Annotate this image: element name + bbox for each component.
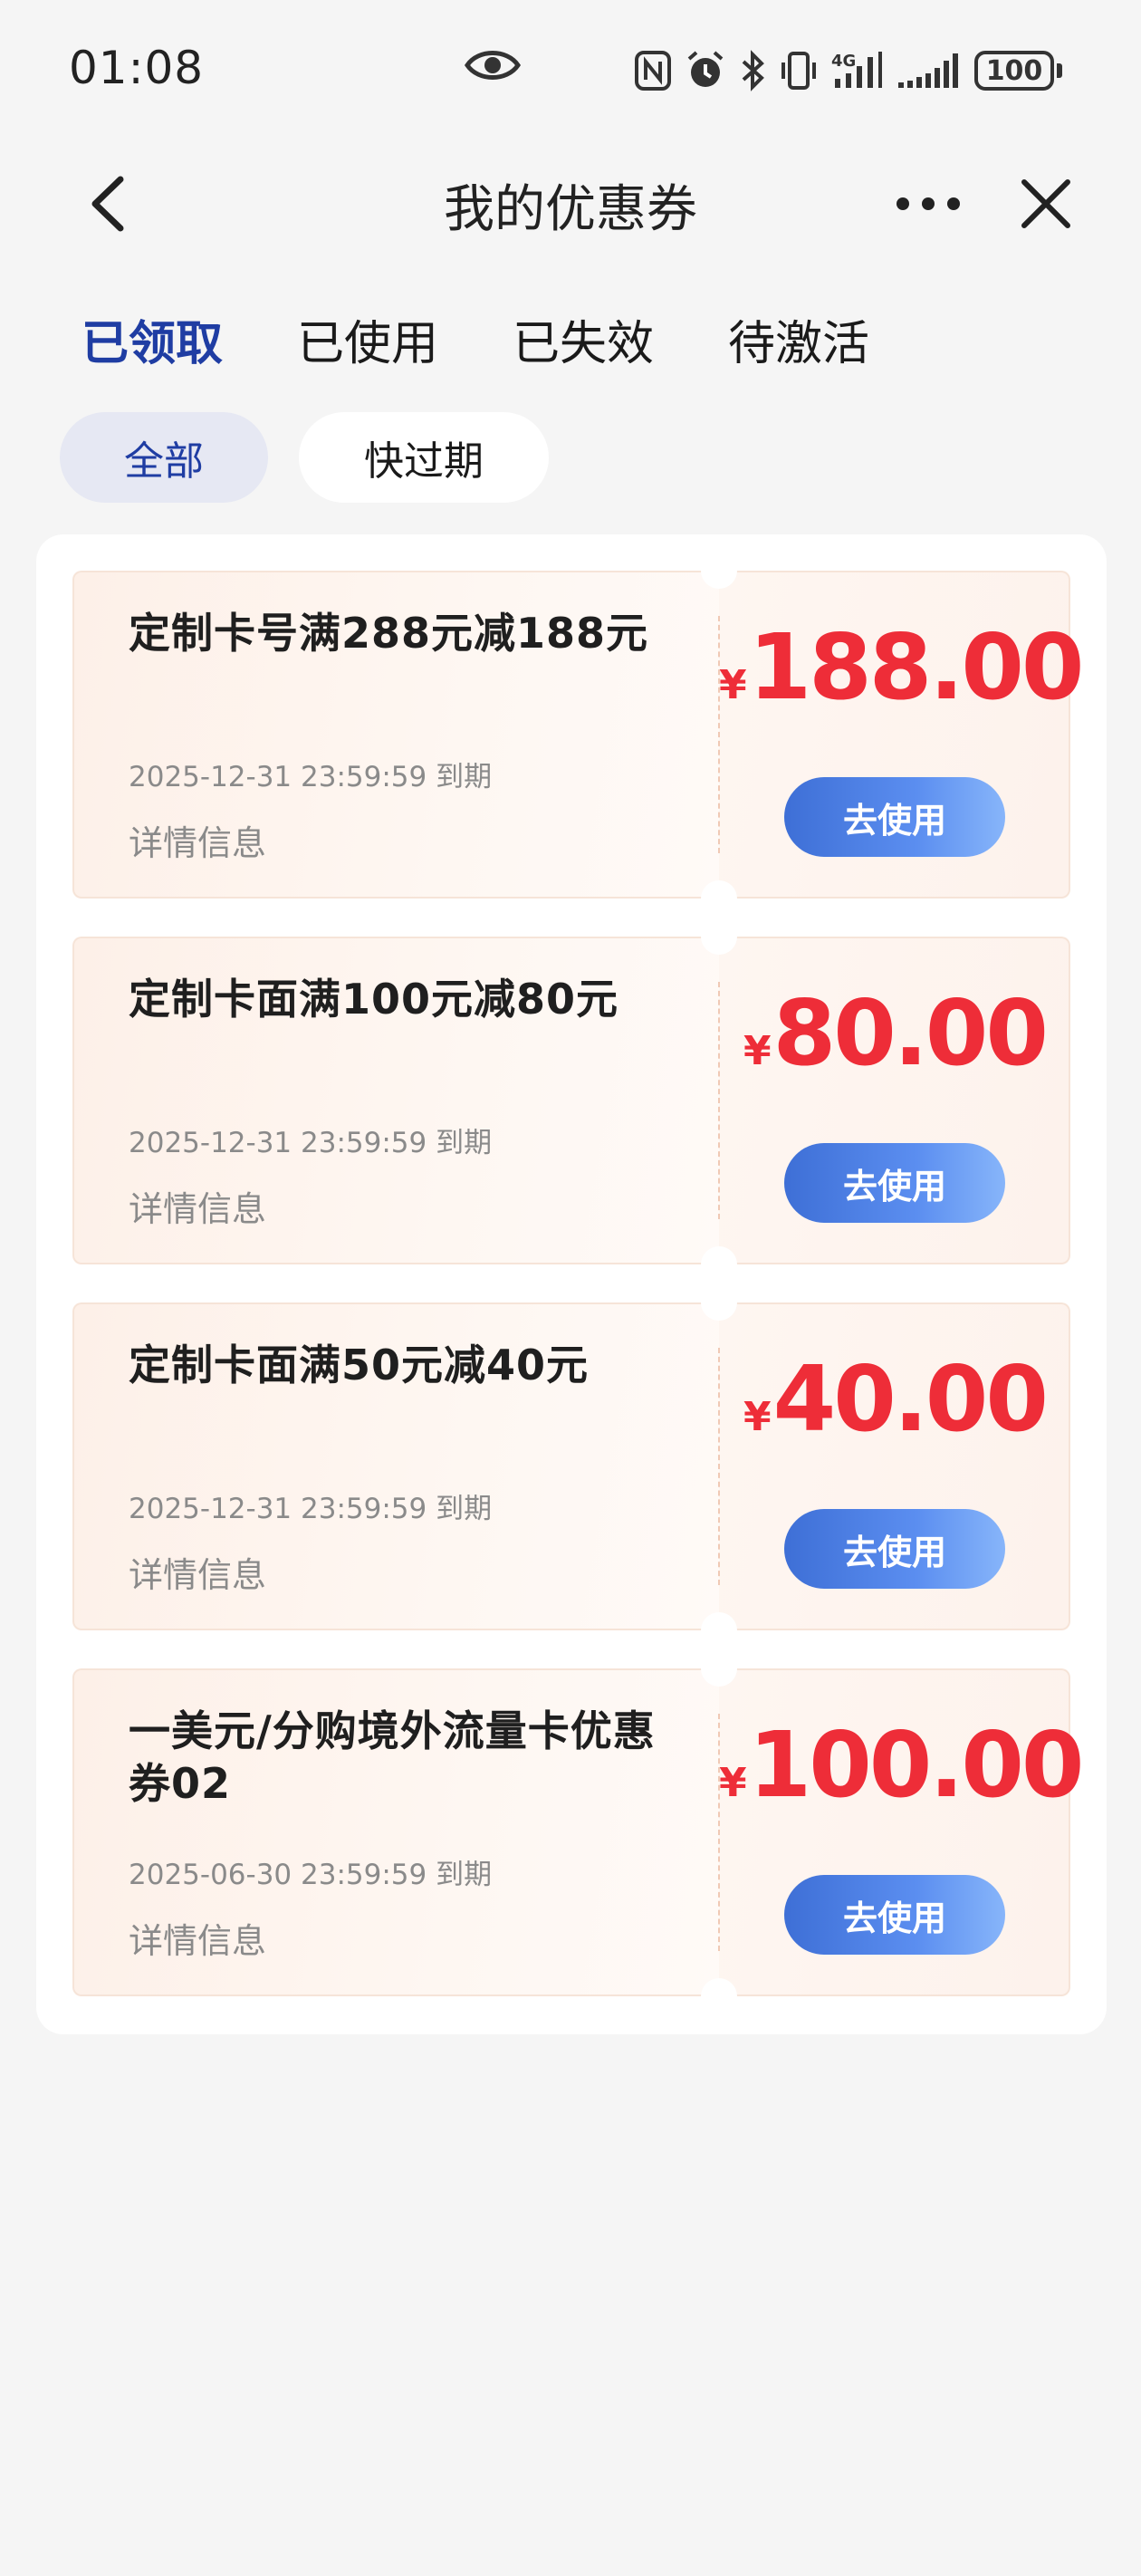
currency-symbol: ¥	[719, 1760, 747, 1806]
more-button[interactable]	[887, 170, 969, 237]
status-icons: 4G 100	[634, 45, 1062, 96]
svg-text:4G: 4G	[831, 52, 856, 71]
currency-symbol: ¥	[719, 662, 747, 708]
coupon-notch	[701, 918, 737, 955]
coupon-detail-link[interactable]: 详情信息	[129, 815, 266, 865]
coupon-title: 定制卡面满100元减80元	[129, 975, 619, 1024]
coupon-expire-date: 2025-12-31 23:59:59 到期	[129, 1493, 493, 1525]
more-icon	[896, 197, 960, 210]
signal-icon	[896, 50, 962, 91]
signal-4g-icon: 4G	[831, 50, 884, 91]
status-bar: 01:08 4G 100	[0, 0, 1141, 136]
coupon-notch	[701, 1284, 737, 1321]
coupon-title: 定制卡面满50元减40元	[129, 1341, 590, 1389]
coupon-divider	[718, 1714, 720, 1951]
coupon-card: 定制卡面满100元减80元 2025-12-31 23:59:59 到期 详情信…	[72, 918, 1070, 1283]
coupon-list: 定制卡号满288元减188元 2025-12-31 23:59:59 到期 详情…	[36, 534, 1107, 2034]
coupon-notch	[701, 1978, 737, 2014]
coupon-notch	[701, 1650, 737, 1687]
status-time: 01:08	[69, 42, 205, 94]
use-coupon-button[interactable]: 去使用	[784, 777, 1005, 857]
coupon-amount: ¥188.00	[719, 618, 1085, 717]
bluetooth-icon	[739, 50, 766, 91]
coupon-page: 01:08 4G 100 我的优惠券 已领取 已使用 已失效 待激活 全部 快过…	[0, 0, 1141, 2576]
tab-received[interactable]: 已领取	[82, 308, 223, 380]
coupon-value-area: ¥100.00 去使用	[719, 1668, 1085, 1996]
coupon-title: 一美元/分购境外流量卡优惠券02	[129, 1706, 656, 1808]
coupon-notch	[701, 553, 737, 589]
battery-tip	[1057, 63, 1062, 78]
page-title: 我的优惠券	[444, 180, 697, 239]
coupon-expire-date: 2025-06-30 23:59:59 到期	[129, 1859, 493, 1891]
tab-pending-activation[interactable]: 待激活	[728, 308, 869, 380]
filter-chips: 全部 快过期	[60, 412, 549, 503]
coupon-title: 定制卡号满288元减188元	[129, 609, 649, 658]
filter-all-chip[interactable]: 全部	[60, 412, 268, 503]
use-coupon-button[interactable]: 去使用	[784, 1509, 1005, 1589]
coupon-expire-date: 2025-12-31 23:59:59 到期	[129, 1127, 493, 1159]
coupon-info: 定制卡面满50元减40元 2025-12-31 23:59:59 到期 详情信息	[72, 1302, 719, 1630]
coupon-divider	[718, 616, 720, 853]
coupon-card: 定制卡号满288元减188元 2025-12-31 23:59:59 到期 详情…	[72, 553, 1085, 917]
coupon-info: 一美元/分购境外流量卡优惠券02 2025-06-30 23:59:59 到期 …	[72, 1668, 719, 1996]
eye-icon	[464, 45, 522, 85]
coupon-divider	[718, 1348, 720, 1585]
coupon-detail-link[interactable]: 详情信息	[129, 1547, 266, 1597]
coupon-value-area: ¥188.00 去使用	[719, 571, 1085, 899]
currency-symbol: ¥	[743, 1028, 772, 1074]
use-coupon-button[interactable]: 去使用	[784, 1143, 1005, 1223]
title-bar: 我的优惠券	[0, 136, 1141, 272]
coupon-notch	[701, 1612, 737, 1648]
battery-level: 100	[974, 51, 1054, 91]
coupon-detail-link[interactable]: 详情信息	[129, 1181, 266, 1231]
nfc-icon	[634, 50, 672, 91]
use-coupon-button[interactable]: 去使用	[784, 1875, 1005, 1955]
close-button[interactable]	[1012, 170, 1079, 237]
coupon-amount: ¥40.00	[719, 1350, 1070, 1449]
coupon-amount: ¥100.00	[719, 1716, 1085, 1815]
coupon-expire-date: 2025-12-31 23:59:59 到期	[129, 761, 493, 793]
coupon-card: 定制卡面满50元减40元 2025-12-31 23:59:59 到期 详情信息…	[72, 1284, 1070, 1648]
coupon-amount: ¥80.00	[719, 984, 1070, 1083]
coupon-info: 定制卡面满100元减80元 2025-12-31 23:59:59 到期 详情信…	[72, 937, 719, 1264]
amount-value: 80.00	[772, 980, 1049, 1086]
coupon-divider	[718, 982, 720, 1219]
coupon-card: 一美元/分购境外流量卡优惠券02 2025-06-30 23:59:59 到期 …	[72, 1650, 1085, 2014]
close-icon	[1021, 179, 1070, 228]
coupon-value-area: ¥40.00 去使用	[719, 1302, 1070, 1630]
coupon-notch	[701, 1246, 737, 1283]
alarm-icon	[685, 50, 726, 91]
amount-value: 40.00	[772, 1346, 1049, 1452]
coupon-value-area: ¥80.00 去使用	[719, 937, 1070, 1264]
coupon-detail-link[interactable]: 详情信息	[129, 1913, 266, 1963]
tab-used[interactable]: 已使用	[297, 308, 438, 380]
coupon-notch	[701, 880, 737, 917]
coupon-info: 定制卡号满288元减188元 2025-12-31 23:59:59 到期 详情…	[72, 571, 719, 899]
amount-value: 100.00	[748, 1712, 1085, 1818]
amount-value: 188.00	[748, 614, 1085, 720]
filter-expiring-soon-chip[interactable]: 快过期	[299, 412, 549, 503]
vibrate-icon	[779, 50, 819, 91]
tab-expired[interactable]: 已失效	[513, 308, 654, 380]
currency-symbol: ¥	[743, 1394, 772, 1440]
battery-icon: 100	[974, 51, 1062, 91]
coupon-tabs: 已领取 已使用 已失效 待激活	[82, 308, 944, 380]
